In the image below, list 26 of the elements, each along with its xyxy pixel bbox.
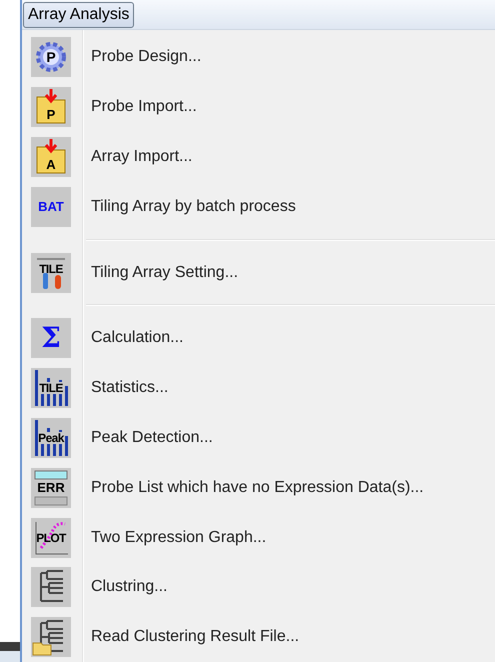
- test-tubes-icon: TILE: [31, 252, 71, 293]
- bar-chart-icon: Peak: [31, 418, 71, 458]
- scatter-plot-icon: PLOT: [31, 518, 71, 558]
- tree-folder-icon: [31, 617, 71, 658]
- gear-icon: P: [31, 37, 71, 78]
- menu-item[interactable]: Σ Calculation...: [22, 313, 495, 364]
- tree-diagram-icon: [31, 567, 71, 608]
- batch-icon: BAT: [31, 186, 71, 227]
- folder-import-icon: P: [31, 87, 71, 128]
- menu-item[interactable]: A Array Import...: [22, 132, 495, 182]
- menu-item[interactable]: TILE Tiling Array Setting...: [22, 248, 495, 298]
- menu-item[interactable]: TILE Statistics...: [22, 363, 495, 414]
- table-icon: ERR: [31, 468, 71, 508]
- sigma-icon: Σ: [31, 318, 71, 358]
- menu-item[interactable]: BAT Tiling Array by batch process: [22, 182, 495, 232]
- menu-item[interactable]: P Probe Import...: [22, 82, 495, 132]
- menu-item[interactable]: ERR Probe List which have no Expression Data(s)...: [22, 462, 495, 513]
- menu-item[interactable]: PLOT Two Expression Graph...: [22, 512, 495, 562]
- menu-item[interactable]: Clustring...: [22, 562, 495, 612]
- menu-item[interactable]: P Probe Design...: [22, 32, 495, 82]
- menu-title[interactable]: Array Analysis: [23, 2, 134, 28]
- background-window-strip: [0, 642, 20, 662]
- menu-item[interactable]: Peak Peak Detection...: [22, 413, 495, 463]
- menu-item[interactable]: Read Clustering Result File...: [22, 612, 495, 662]
- bar-chart-icon: TILE: [31, 368, 71, 408]
- folder-import-icon: A: [31, 136, 71, 177]
